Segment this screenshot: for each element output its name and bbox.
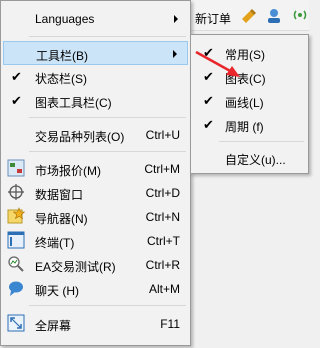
terminal-window-icon [7, 231, 25, 249]
navigator-star-icon [7, 207, 25, 224]
menu-separator [29, 36, 186, 37]
submenu-item-label: 画线(L) [225, 96, 264, 110]
menu-item-shortcut: F11 [160, 317, 180, 331]
submenu-item-customize[interactable]: 自定义(u)... [193, 146, 307, 170]
menu-item-label: EA交易测试(R) [35, 260, 116, 274]
tester-magnifier-icon [8, 256, 24, 272]
menu-item-shortcut: Ctrl+M [144, 162, 180, 176]
menu-item-label: 状态栏(S) [35, 72, 87, 86]
menu-separator [219, 141, 304, 142]
menu-item-label: 数据窗口 [35, 188, 84, 202]
menu-item-navigator[interactable]: 导航器(N) Ctrl+N [3, 205, 188, 229]
menu-item-languages[interactable]: Languages [3, 7, 188, 31]
checkmark-icon: ✔ [11, 69, 22, 84]
checkmark-icon: ✔ [203, 93, 214, 108]
menu-item-label: 终端(T) [35, 236, 75, 250]
menu-separator [29, 117, 186, 118]
menu-item-shortcut: Alt+M [148, 282, 180, 296]
menu-item-terminal[interactable]: 终端(T) Ctrl+T [3, 229, 188, 253]
menu-item-shortcut: Ctrl+T [147, 234, 180, 248]
checkmark-icon: ✔ [11, 93, 22, 108]
view-menu: Languages 工具栏(B) ✔ 状态栏(S) ✔ 图表工具栏(C) 交易品… [0, 0, 191, 346]
submenu-item-periodicity[interactable]: ✔ 周期 (f) [193, 113, 307, 137]
checkmark-icon: ✔ [203, 45, 214, 60]
menu-item-status-bar[interactable]: ✔ 状态栏(S) [3, 65, 188, 89]
menu-separator [29, 151, 186, 152]
user-icon[interactable] [266, 7, 282, 23]
submenu-item-label: 自定义(u)... [225, 153, 286, 167]
market-watch-icon [7, 159, 25, 177]
submenu-item-charts[interactable]: ✔ 图表(C) [193, 65, 307, 89]
menu-item-label: 图表工具栏(C) [35, 96, 112, 110]
submenu-item-standard[interactable]: ✔ 常用(S) [193, 41, 307, 65]
submenu-item-label: 周期 (f) [225, 120, 264, 134]
menu-item-label: 工具栏(B) [36, 49, 88, 63]
menu-item-label: 交易品种列表(O) [35, 130, 125, 144]
submenu-arrow-icon [173, 50, 177, 58]
menu-item-label: 全屏幕 [35, 319, 72, 333]
menu-separator [29, 305, 186, 306]
signal-icon[interactable] [292, 7, 308, 23]
menu-item-ea-tester[interactable]: EA交易测试(R) Ctrl+R [3, 253, 188, 277]
submenu-item-line-studies[interactable]: ✔ 画线(L) [193, 89, 307, 113]
menu-item-shortcut: Ctrl+N [145, 210, 180, 224]
menu-item-label: Languages [35, 12, 95, 26]
submenu-arrow-icon [174, 15, 178, 23]
menu-item-symbols[interactable]: 交易品种列表(O) Ctrl+U [3, 123, 188, 147]
menu-item-label: 聊天 (H) [35, 284, 79, 298]
menu-item-market-watch[interactable]: 市场报价(M) Ctrl+M [3, 157, 188, 181]
toolbars-submenu: ✔ 常用(S) ✔ 图表(C) ✔ 画线(L) ✔ 周期 (f) 自定义(u).… [190, 34, 309, 174]
menu-item-shortcut: Ctrl+R [145, 258, 180, 272]
menu-item-toolbars[interactable]: 工具栏(B) [3, 41, 188, 65]
submenu-item-label: 图表(C) [225, 72, 266, 86]
submenu-item-label: 常用(S) [225, 48, 265, 62]
checkmark-icon: ✔ [203, 69, 214, 84]
menu-item-shortcut: Ctrl+U [145, 128, 180, 142]
order-pencil-icon[interactable] [240, 7, 256, 23]
fullscreen-icon [7, 314, 25, 332]
menu-item-chat[interactable]: 聊天 (H) Alt+M [3, 277, 188, 301]
menu-item-data-window[interactable]: 数据窗口 Ctrl+D [3, 181, 188, 205]
menu-item-label: 市场报价(M) [35, 164, 101, 178]
checkmark-icon: ✔ [203, 117, 214, 132]
menu-item-shortcut: Ctrl+D [145, 186, 180, 200]
menu-item-label: 导航器(N) [35, 212, 88, 226]
chat-bubble-icon [9, 281, 23, 296]
new-order-button[interactable]: 新订单 [195, 10, 231, 27]
crosshair-icon [8, 184, 24, 200]
menu-item-chart-toolbar[interactable]: ✔ 图表工具栏(C) [3, 89, 188, 113]
menu-item-fullscreen[interactable]: 全屏幕 F11 [3, 312, 188, 336]
